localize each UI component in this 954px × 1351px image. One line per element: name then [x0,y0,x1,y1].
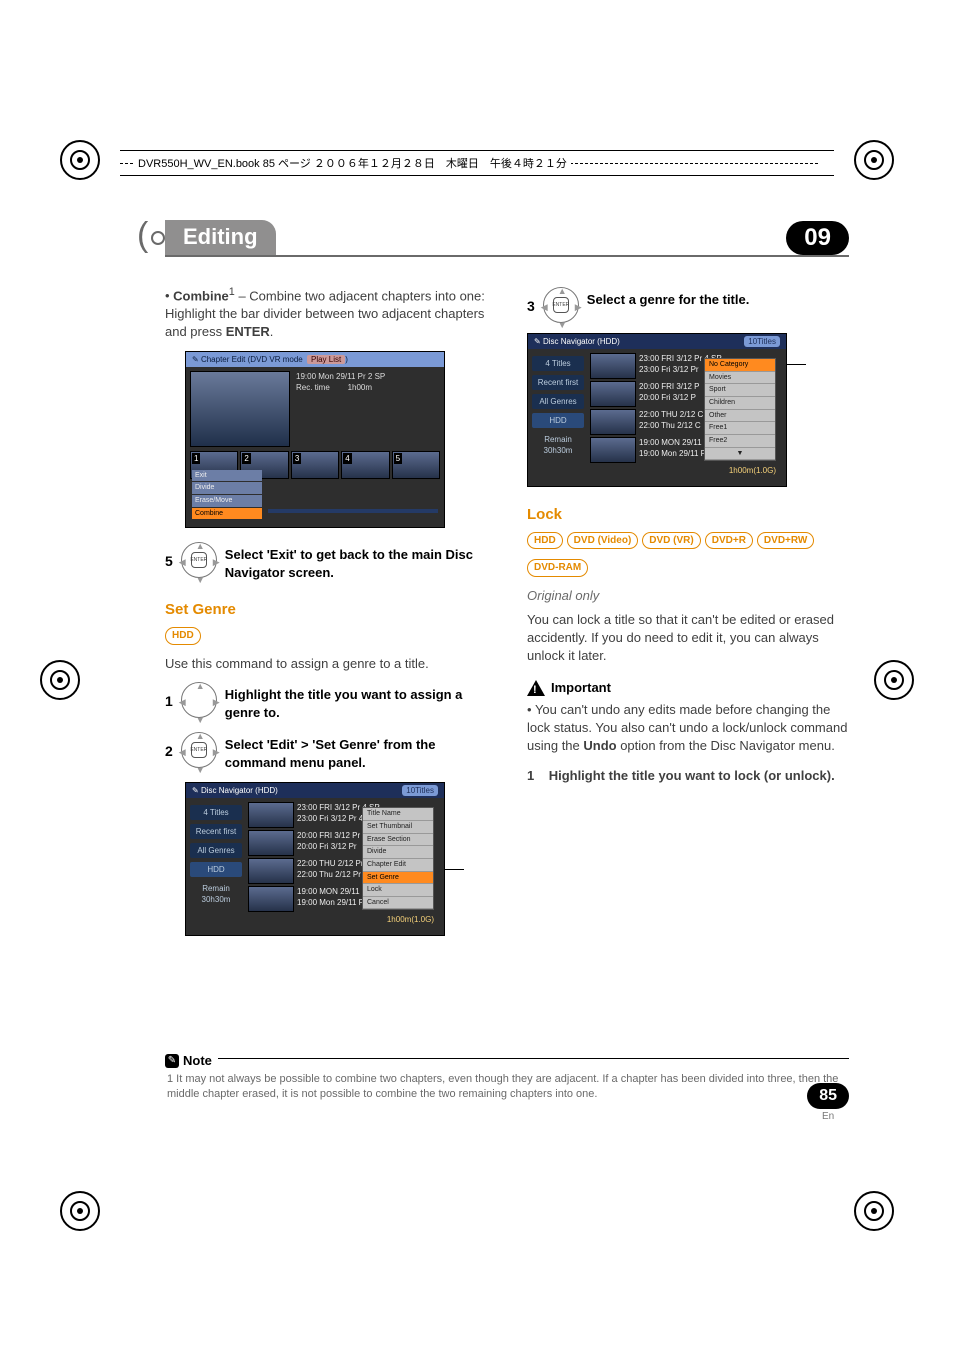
note-heading: ✎ Note [165,1053,218,1068]
setgenre-step-2: 2 ENTER▲▼◀▶ Select 'Edit' > 'Set Genre' … [165,730,487,772]
lock-heading: Lock [527,505,849,526]
warning-icon: ! [527,680,545,696]
hdd-pill: HDD [165,627,201,645]
preview-thumb [190,371,290,447]
lock-format-pills-2: DVD-RAM [527,559,849,577]
screenshot-chapter-edit: ✎ Chapter Edit (DVD VR mode Play List) 1… [185,351,445,528]
setgenre-step-3: 3 ENTER▲▼◀▶ Select a genre for the title… [527,285,849,323]
important-heading: ! Important [527,679,849,697]
set-genre-desc: Use this command to assign a genre to a … [165,655,487,673]
combine-bullet: Combine1 – Combine two adjacent chapters… [165,285,487,341]
setgenre-step-1: 1 ▲▼◀▶ Highlight the title you want to a… [165,680,487,722]
book-header-strip: DVR550H_WV_EN.book 85 ページ ２００６年１２月２８日 木曜… [120,150,834,176]
step-5: 5 ENTER▲▼◀▶ Select 'Exit' to get back to… [165,540,487,582]
chapter-number: 09 [786,221,849,255]
note-rule [165,1058,849,1059]
original-only: Original only [527,587,849,605]
page-number-block: 85 En [807,1083,849,1122]
enter-dpad-icon: ENTER▲▼◀▶ [181,542,217,578]
page-number: 85 [807,1083,849,1109]
chapter-header: (Editing 09 [165,220,849,257]
align-mark [874,660,914,700]
screenshot-disc-nav-2: ✎ Disc Navigator (HDD)10Titles 4 Titles … [527,333,787,487]
align-mark [60,140,100,180]
dpad-icon: ▲▼◀▶ [181,682,217,718]
screenshot-disc-nav-1: ✎ Disc Navigator (HDD)10Titles 4 Titles … [185,782,445,936]
enter-dpad-icon: ENTER▲▼◀▶ [181,732,217,768]
left-column: Combine1 – Combine two adjacent chapters… [165,285,487,948]
page-lang: En [807,1111,849,1122]
note-icon: ✎ [165,1054,179,1068]
align-mark [854,1191,894,1231]
enter-dpad-icon: ENTER▲▼◀▶ [543,287,579,323]
lock-format-pills: HDD DVD (Video) DVD (VR) DVD+R DVD+RW [527,532,849,550]
lock-undo-bullet: You can't undo any edits made before cha… [527,701,849,755]
chapter-title: (Editing [165,220,276,255]
align-mark [40,660,80,700]
align-mark [60,1191,100,1231]
lock-step-1: 1 Highlight the title you want to lock (… [527,767,849,785]
lock-desc: You can lock a title so that it can't be… [527,611,849,665]
set-genre-heading: Set Genre [165,600,487,621]
right-column: 3 ENTER▲▼◀▶ Select a genre for the title… [527,285,849,948]
align-mark [854,140,894,180]
note-body: 1 It may not always be possible to combi… [165,1072,849,1102]
book-header-text: DVR550H_WV_EN.book 85 ページ ２００６年１２月２８日 木曜… [134,155,571,171]
